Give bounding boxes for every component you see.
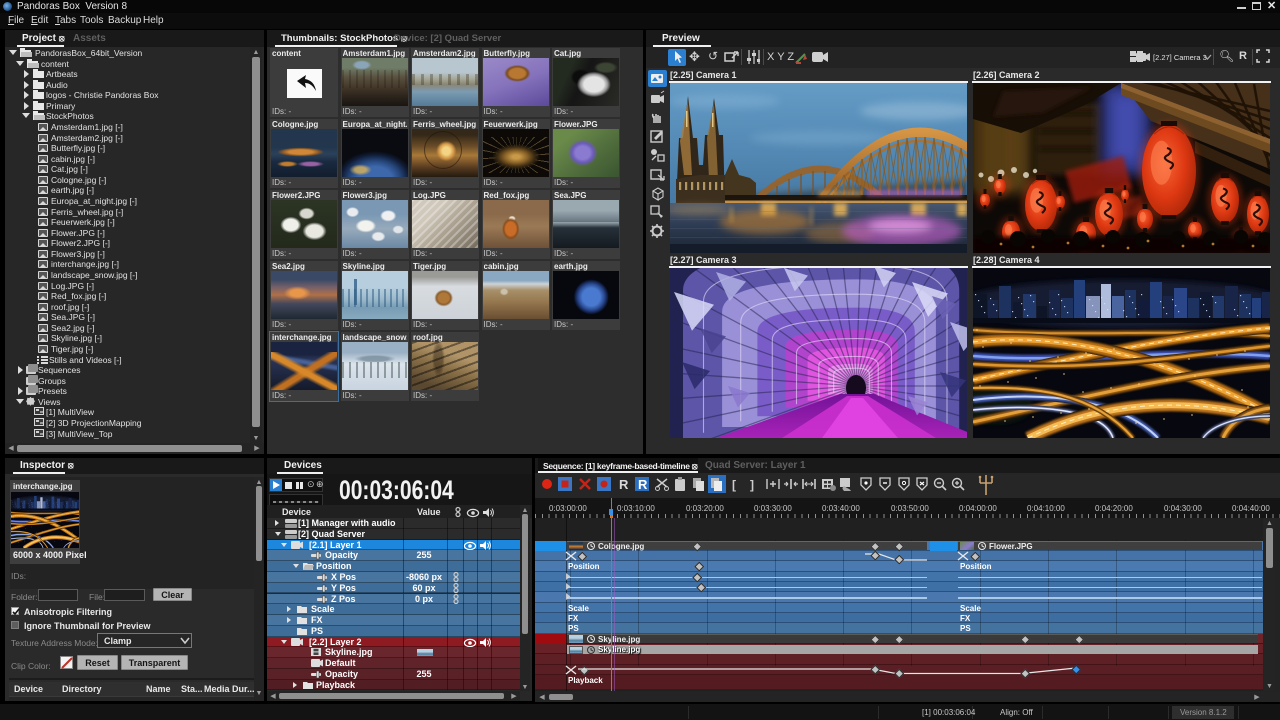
svg-text:R: R [638,477,648,492]
svg-text:]: ] [750,478,754,492]
svg-text:R: R [619,477,629,492]
svg-text:[: [ [732,478,736,492]
